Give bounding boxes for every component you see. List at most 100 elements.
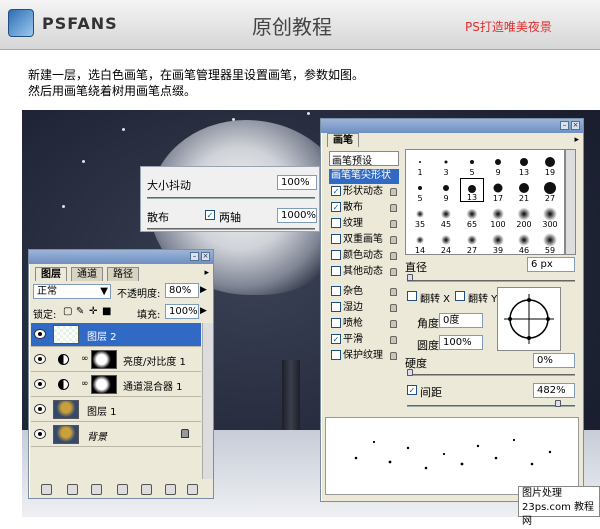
diameter-slider[interactable] <box>407 280 575 282</box>
brush-tip-cell[interactable]: 5 <box>408 178 432 203</box>
brush-tip-cell[interactable]: 1 <box>408 152 432 177</box>
tip-grid-scrollbar[interactable] <box>565 149 576 255</box>
lock-image-icon[interactable]: ✎ <box>76 306 84 317</box>
checkbox[interactable] <box>331 234 341 244</box>
brush-presets-button[interactable]: 画笔预设 <box>329 151 399 167</box>
checkbox[interactable]: ✓ <box>331 334 341 344</box>
tab-paths[interactable]: 路径 <box>107 267 139 281</box>
new-group-icon[interactable] <box>141 484 152 495</box>
trash-icon[interactable] <box>187 484 198 495</box>
brush-tip-cell[interactable]: 21 <box>512 178 536 203</box>
brush-tip-cell[interactable]: 45 <box>434 204 458 229</box>
brush-tip-cell[interactable]: 14 <box>408 230 432 255</box>
brush-tip-cell[interactable]: 5 <box>460 152 484 177</box>
option-texture[interactable]: 纹理 <box>329 217 399 232</box>
panel-menu-icon[interactable]: ▸ <box>574 135 579 145</box>
diameter-field[interactable]: 6 px <box>527 257 575 272</box>
hardness-field[interactable]: 0% <box>533 353 575 368</box>
layer-style-icon[interactable] <box>67 484 78 495</box>
brush-tip-cell[interactable]: 3 <box>434 152 458 177</box>
brush-tip-cell[interactable]: 13 <box>512 152 536 177</box>
brush-tip-cell[interactable]: 27 <box>538 178 562 203</box>
hardness-slider-thumb[interactable] <box>407 369 413 376</box>
layers-scrollbar[interactable] <box>202 323 213 479</box>
new-adjustment-layer-icon[interactable] <box>117 484 128 495</box>
brush-tip-cell[interactable]: 46 <box>512 230 536 255</box>
roundness-field[interactable]: 100% <box>439 335 483 350</box>
brush-tip-cell[interactable]: 200 <box>512 204 536 229</box>
brush-tip-cell[interactable]: 300 <box>538 204 562 229</box>
brush-tip-grid[interactable]: 1 3 5 9 13 19 5 9 13 17 21 27 35 45 65 100 200 300 14 24 27 3… <box>405 149 565 255</box>
opacity-field[interactable]: 80% <box>165 283 199 298</box>
brush-tip-cell[interactable]: 39 <box>486 230 510 255</box>
tab-brushes[interactable]: 画笔 <box>327 133 359 147</box>
brush-tip-cell[interactable]: 59 <box>538 230 562 255</box>
option-shape-dynamics[interactable]: ✓ 形状动态 <box>329 185 399 200</box>
checkbox[interactable] <box>331 350 341 360</box>
spacing-slider-thumb[interactable] <box>555 400 561 407</box>
lock-all-icon[interactable]: ■ <box>102 306 111 317</box>
layer-row-brightness-contrast[interactable]: ∞ 亮度/对比度 1 <box>31 348 201 372</box>
size-jitter-field[interactable]: 100% <box>277 175 317 190</box>
checkbox[interactable] <box>331 318 341 328</box>
visibility-eye-icon[interactable] <box>34 329 46 339</box>
spacing-checkbox[interactable]: ✓ <box>407 385 417 395</box>
lock-transparency-icon[interactable]: ▢ <box>63 306 72 317</box>
brush-tip-cell[interactable]: 65 <box>460 204 484 229</box>
flip-y-checkbox[interactable] <box>455 291 465 301</box>
option-wet-edges[interactable]: 湿边 <box>329 301 399 316</box>
layer-row-layer-1[interactable]: 图层 1 <box>31 398 201 422</box>
tab-channels[interactable]: 通道 <box>71 267 103 281</box>
option-color-dynamics[interactable]: 颜色动态 <box>329 249 399 264</box>
option-noise[interactable]: 杂色 <box>329 285 399 300</box>
layers-panel-titlebar[interactable]: – × <box>29 250 213 264</box>
brush-tip-cell[interactable]: 100 <box>486 204 510 229</box>
checkbox[interactable] <box>331 266 341 276</box>
checkbox[interactable]: ✓ <box>331 186 341 196</box>
option-protect-texture[interactable]: 保护纹理 <box>329 349 399 364</box>
diameter-slider-thumb[interactable] <box>407 274 413 281</box>
checkbox[interactable] <box>331 302 341 312</box>
flip-x-checkbox[interactable] <box>407 291 417 301</box>
brush-tip-cell[interactable]: 9 <box>434 178 458 203</box>
option-brush-tip-shape[interactable]: 画笔笔尖形状 <box>329 169 399 184</box>
option-airbrush[interactable]: 喷枪 <box>329 317 399 332</box>
option-smoothing[interactable]: ✓ 平滑 <box>329 333 399 348</box>
brush-tip-cell[interactable]: 27 <box>460 230 484 255</box>
brush-tip-cell[interactable]: 13 <box>460 178 484 202</box>
visibility-eye-icon[interactable] <box>34 379 46 389</box>
checkbox[interactable] <box>331 286 341 296</box>
hardness-slider[interactable] <box>407 374 575 376</box>
visibility-eye-icon[interactable] <box>34 429 46 439</box>
lock-position-icon[interactable]: ✛ <box>89 306 97 317</box>
minimize-icon[interactable]: – <box>190 252 199 261</box>
option-other-dynamics[interactable]: 其他动态 <box>329 265 399 280</box>
link-layers-icon[interactable] <box>41 484 52 495</box>
option-scattering[interactable]: ✓ 散布 <box>329 201 399 216</box>
new-layer-icon[interactable] <box>165 484 176 495</box>
blend-mode-select[interactable]: 正常 ▼ <box>33 284 111 299</box>
scatter-slider[interactable] <box>147 228 315 230</box>
visibility-eye-icon[interactable] <box>34 354 46 364</box>
scatter-field[interactable]: 1000% <box>277 208 317 223</box>
checkbox[interactable]: ✓ <box>331 202 341 212</box>
layer-row-background[interactable]: 背景 <box>31 423 201 447</box>
visibility-eye-icon[interactable] <box>34 404 46 414</box>
tab-layers[interactable]: 图层 <box>35 267 67 281</box>
angle-field[interactable]: 0度 <box>439 313 483 328</box>
layer-row-layer-2[interactable]: 图层 2 <box>31 323 201 347</box>
minimize-icon[interactable]: – <box>560 121 569 130</box>
close-icon[interactable]: × <box>201 252 210 261</box>
brush-tip-cell[interactable]: 17 <box>486 178 510 203</box>
checkbox[interactable] <box>331 250 341 260</box>
spacing-field[interactable]: 482% <box>533 383 575 398</box>
brush-tip-cell[interactable]: 9 <box>486 152 510 177</box>
brush-tip-cell[interactable]: 35 <box>408 204 432 229</box>
brush-tip-cell[interactable]: 24 <box>434 230 458 255</box>
add-mask-icon[interactable] <box>91 484 102 495</box>
panel-menu-icon[interactable]: ▸ <box>204 268 209 278</box>
close-icon[interactable]: × <box>571 121 580 130</box>
spacing-slider[interactable] <box>407 405 575 407</box>
brushes-panel-titlebar[interactable]: – × <box>321 119 583 133</box>
fill-field[interactable]: 100% <box>165 304 199 319</box>
